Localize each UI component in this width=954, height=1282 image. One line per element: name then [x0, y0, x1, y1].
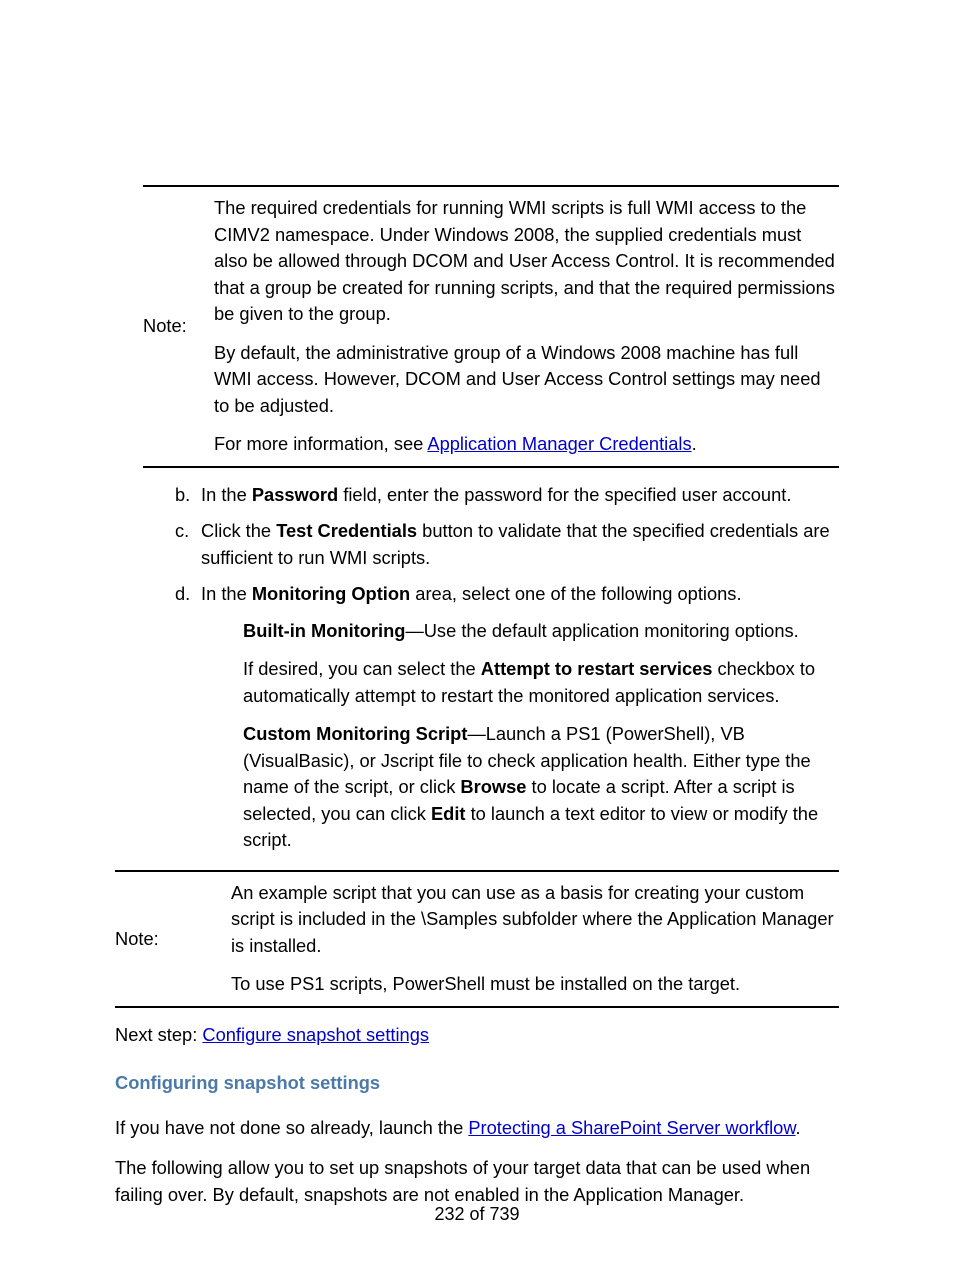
text: In the [201, 484, 252, 505]
link-protecting-sharepoint-workflow[interactable]: Protecting a SharePoint Server workflow [468, 1117, 795, 1138]
list-marker: d. [175, 581, 190, 608]
bold-attempt-restart: Attempt to restart services [481, 658, 713, 679]
bold-edit: Edit [431, 803, 466, 824]
text: In the [201, 583, 252, 604]
step-d: d. In the Monitoring Option area, select… [175, 581, 839, 854]
note-paragraph: For more information, see Application Ma… [214, 431, 839, 458]
option-paragraph: Built-in Monitoring—Use the default appl… [243, 618, 839, 645]
paragraph: If you have not done so already, launch … [115, 1115, 839, 1142]
bold-password: Password [252, 484, 338, 505]
note-box-script: Note: An example script that you can use… [115, 870, 839, 1008]
text: . [796, 1117, 801, 1138]
link-app-manager-credentials[interactable]: Application Manager Credentials [427, 433, 691, 454]
bold-test-credentials: Test Credentials [276, 520, 417, 541]
step-list: b. In the Password field, enter the pass… [175, 482, 839, 854]
note-label: Note: [143, 195, 214, 458]
bold-browse: Browse [460, 776, 526, 797]
text: For more information, see [214, 433, 427, 454]
note-body: The required credentials for running WMI… [214, 195, 839, 458]
step-c: c. Click the Test Credentials button to … [175, 518, 839, 571]
bold-builtin-monitoring: Built-in Monitoring [243, 620, 405, 641]
option-paragraph: If desired, you can select the Attempt t… [243, 656, 839, 709]
text: area, select one of the following option… [410, 583, 741, 604]
note-paragraph: By default, the administrative group of … [214, 340, 839, 420]
next-step-line: Next step: Configure snapshot settings [115, 1022, 839, 1049]
text: field, enter the password for the specif… [338, 484, 791, 505]
text: . [692, 433, 697, 454]
link-configure-snapshot[interactable]: Configure snapshot settings [202, 1024, 429, 1045]
text: Next step: [115, 1024, 202, 1045]
note-paragraph: To use PS1 scripts, PowerShell must be i… [231, 971, 839, 998]
note-label: Note: [115, 880, 231, 998]
option-paragraph: Custom Monitoring Script—Launch a PS1 (P… [243, 721, 839, 854]
list-marker: c. [175, 518, 189, 545]
document-page: Note: The required credentials for runni… [0, 0, 954, 1282]
text: If desired, you can select the [243, 658, 481, 679]
page-footer: 232 of 739 [0, 1201, 954, 1227]
text: —Use the default application monitoring … [405, 620, 798, 641]
bold-custom-monitoring-script: Custom Monitoring Script [243, 723, 467, 744]
heading-configuring-snapshot: Configuring snapshot settings [115, 1070, 839, 1097]
option-custom-script: Custom Monitoring Script—Launch a PS1 (P… [243, 721, 839, 854]
option-builtin: Built-in Monitoring—Use the default appl… [243, 618, 839, 710]
note-body: An example script that you can use as a … [231, 880, 839, 998]
note-box-credentials: Note: The required credentials for runni… [143, 185, 839, 468]
note-paragraph: The required credentials for running WMI… [214, 195, 839, 328]
bold-monitoring-option: Monitoring Option [252, 583, 410, 604]
step-b: b. In the Password field, enter the pass… [175, 482, 839, 509]
note-paragraph: An example script that you can use as a … [231, 880, 839, 960]
text: Click the [201, 520, 276, 541]
text: If you have not done so already, launch … [115, 1117, 468, 1138]
list-marker: b. [175, 482, 190, 509]
